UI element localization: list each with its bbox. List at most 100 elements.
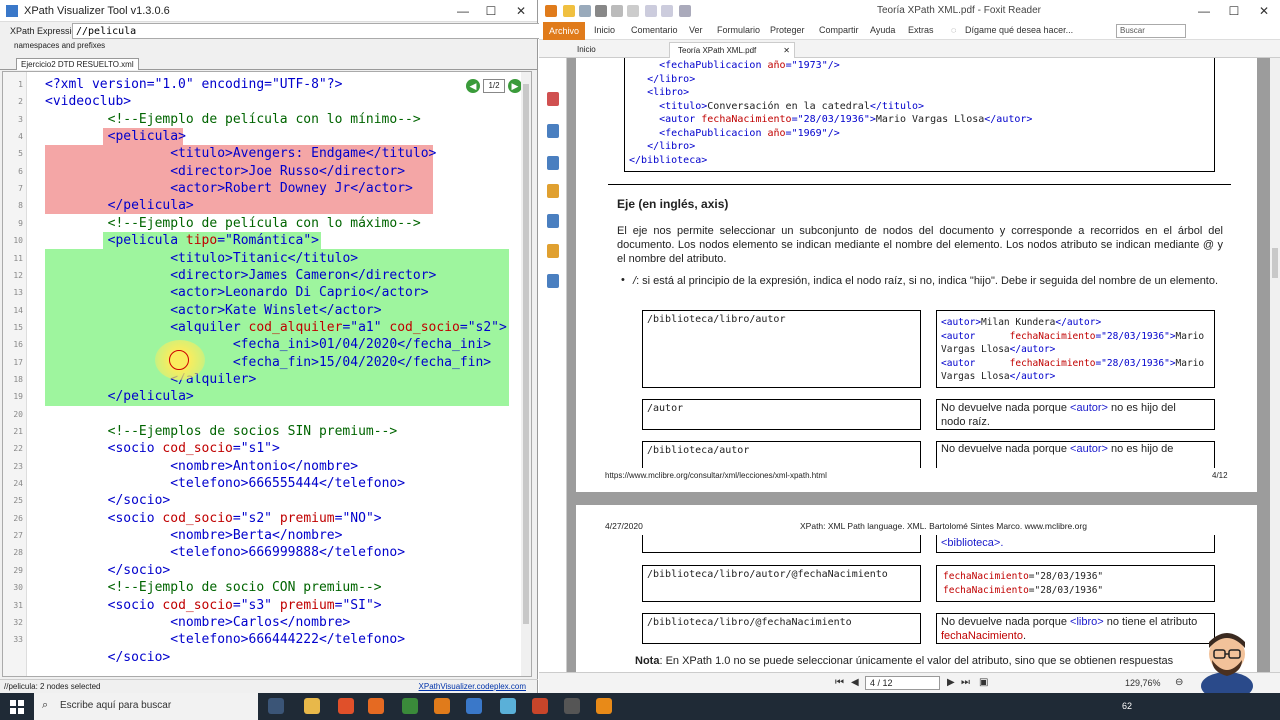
pages-icon[interactable]: [547, 124, 559, 138]
code-token: "s2": [240, 510, 273, 526]
listing-line: <autor fechaNacimiento="28/03/1936">Mari…: [941, 330, 1204, 344]
code-token: >: [499, 319, 507, 335]
code-token: "1973": [791, 60, 828, 71]
hand-tool-icon[interactable]: [679, 5, 691, 17]
powerpoint-icon[interactable]: [532, 698, 548, 714]
menu-comentario[interactable]: Comentario: [631, 25, 678, 35]
brave-browser-icon[interactable]: [338, 698, 354, 714]
tab-close-icon[interactable]: ✕: [783, 43, 790, 58]
app-taskbar-icon[interactable]: [500, 698, 516, 714]
paste-icon[interactable]: [627, 5, 639, 17]
security-lock-icon[interactable]: [547, 244, 559, 258]
code-token: cod_socio: [162, 441, 233, 457]
notepad-plus-icon[interactable]: [402, 698, 418, 714]
code-token: </fecha_ini>: [397, 337, 492, 353]
undo-icon[interactable]: [645, 5, 657, 17]
code-token: <nombre>: [170, 528, 233, 544]
namespaces-label[interactable]: namespaces and prefixes: [14, 41, 105, 50]
vlc-icon[interactable]: [596, 698, 612, 714]
foxit-taskbar-icon[interactable]: [434, 698, 450, 714]
pdf-canvas[interactable]: <fechaPublicacion año="1973"/> </libro> …: [567, 58, 1270, 672]
code-token: <actor>: [170, 285, 226, 301]
close-icon[interactable]: ✕: [506, 0, 536, 22]
code-token: </pelicula>: [107, 198, 194, 214]
menu-proteger[interactable]: Proteger: [770, 25, 805, 35]
foxit-close-icon[interactable]: ✕: [1249, 0, 1279, 22]
code-token: </libro>: [647, 73, 696, 85]
windows-start-icon[interactable]: [10, 700, 24, 714]
xpath-expression-input[interactable]: [72, 23, 558, 39]
taskbar-search-box[interactable]: ⌕ Escribe aquí para buscar: [34, 693, 258, 720]
comments-icon[interactable]: [547, 184, 559, 198]
code-token: </telefono>: [318, 476, 406, 492]
code-token: </director>: [318, 163, 406, 179]
code-line: </socio>: [45, 562, 171, 579]
line-gutter: 1 2 3 4 5 6 7 8 9 10 11 12 13 14 15 16 17 18 19 20 21 22 23 24 2…: [3, 72, 27, 676]
obs-icon[interactable]: [564, 698, 580, 714]
code-token: <libro>: [647, 87, 690, 98]
firefox-icon[interactable]: [368, 698, 384, 714]
listing-line: <autor>Milan Kundera</autor>: [941, 316, 1204, 330]
foxit-maximize-icon[interactable]: ☐: [1219, 0, 1249, 22]
zoom-level[interactable]: 129,76%: [1125, 678, 1161, 688]
signature-icon[interactable]: [547, 274, 559, 288]
attachments-icon[interactable]: [547, 214, 559, 228]
print-icon[interactable]: [595, 5, 607, 17]
xpath-visualizer-taskbar-icon[interactable]: [466, 698, 482, 714]
code-line: <nombre>Berta</nombre>: [45, 527, 342, 544]
header-title: XPath: XML Path language. XML. Bartolomé…: [800, 521, 1087, 531]
next-page-icon[interactable]: ▶: [947, 677, 955, 688]
xml-editor[interactable]: 1 2 3 4 5 6 7 8 9 10 11 12 13 14 15 16 17 18 19 20 21 22 23 24 2…: [2, 71, 532, 677]
copy-icon[interactable]: [611, 5, 623, 17]
code-token: Milan Kundera: [981, 317, 1056, 328]
prev-match-icon[interactable]: ◀: [466, 79, 480, 93]
open-icon[interactable]: [563, 5, 575, 17]
line-number: 2: [18, 97, 23, 107]
first-page-icon[interactable]: ⏮: [835, 677, 844, 688]
menu-compartir[interactable]: Compartir: [819, 25, 859, 35]
page-number-field[interactable]: 4 / 12: [865, 676, 940, 690]
pdf-scrollbar[interactable]: [1270, 58, 1280, 672]
maximize-icon[interactable]: ☐: [476, 0, 506, 22]
code-token: </titulo>: [869, 100, 925, 112]
menu-ayuda[interactable]: Ayuda: [870, 25, 895, 35]
line-number: 29: [13, 565, 23, 575]
foxit-minimize-icon[interactable]: —: [1189, 0, 1219, 22]
code-token: Robert Downey Jr: [225, 181, 351, 197]
task-view-icon[interactable]: [268, 698, 284, 714]
last-page-icon[interactable]: ⏭: [961, 677, 970, 688]
tab-inicio[interactable]: Inicio: [569, 42, 604, 58]
save-icon[interactable]: [579, 5, 591, 17]
menu-ver[interactable]: Ver: [689, 25, 703, 35]
file-explorer-icon[interactable]: [304, 698, 320, 714]
zoom-out-icon[interactable]: ⊖: [1175, 677, 1183, 688]
bookmarks-icon[interactable]: [547, 92, 559, 106]
foxit-title-bar: Teoría XPath XML.pdf - Foxit Reader — ☐ …: [539, 0, 1280, 22]
view-mode-icon[interactable]: ▣: [979, 677, 988, 688]
next-match-icon[interactable]: ▶: [508, 79, 522, 93]
code-line: <!--Ejemplo de película con lo mínimo-->: [45, 111, 421, 128]
code-line: <fecha_ini>01/04/2020</fecha_ini>: [45, 336, 491, 353]
file-tab[interactable]: Ejercicio2 DTD RESUELTO.xml: [16, 58, 139, 70]
menu-archivo[interactable]: Archivo: [543, 22, 585, 40]
editor-scrollbar[interactable]: [521, 72, 531, 676]
tab-teoria-xpath[interactable]: Teoría XPath XML.pdf ✕: [669, 42, 795, 58]
code-line: <videoclub>: [45, 93, 131, 110]
menu-inicio[interactable]: Inicio: [594, 25, 615, 35]
layers-icon[interactable]: [547, 156, 559, 170]
code-token: <nombre>: [170, 614, 233, 630]
menu-formulario[interactable]: Formulario: [717, 25, 760, 35]
menu-extras[interactable]: Extras: [908, 25, 934, 35]
tell-me-field[interactable]: Dígame qué desea hacer...: [965, 25, 1073, 35]
minimize-icon[interactable]: —: [448, 0, 478, 22]
prev-page-icon[interactable]: ◀: [851, 677, 859, 688]
redo-icon[interactable]: [661, 5, 673, 17]
code-line: <telefono>666999888</telefono>: [45, 544, 405, 561]
foxit-search-input[interactable]: Buscar: [1116, 24, 1186, 38]
codeplex-link[interactable]: XPathVisualizer.codeplex.com: [419, 682, 526, 691]
